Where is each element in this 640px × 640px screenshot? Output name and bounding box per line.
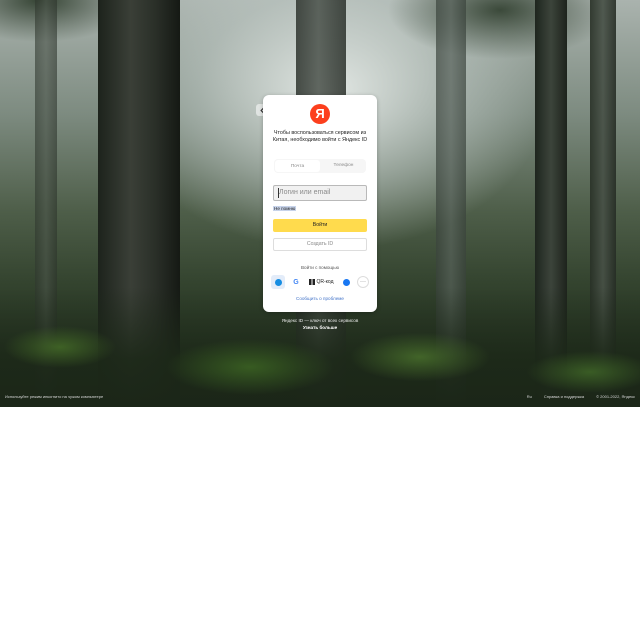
qr-code-label: QR-код bbox=[316, 279, 334, 285]
help-link[interactable]: Справка и поддержка bbox=[544, 394, 584, 399]
qr-code-icon bbox=[308, 279, 315, 285]
mail-ru-button[interactable] bbox=[271, 275, 285, 289]
social-login-label: Войти с помощью bbox=[300, 265, 340, 270]
footer-links: Ru Справка и поддержка © 2001-2022, Янде… bbox=[527, 394, 635, 399]
create-id-button[interactable]: Создать ID bbox=[273, 238, 367, 251]
tab-phone[interactable]: Телефон bbox=[321, 159, 366, 173]
copyright: © 2001-2022, Яндекс bbox=[596, 394, 635, 399]
learn-more-link[interactable]: Узнать больше bbox=[263, 324, 377, 331]
login-placeholder: Логин или email bbox=[279, 189, 331, 196]
facebook-button[interactable] bbox=[339, 275, 353, 289]
forgot-login-link[interactable]: Не помню bbox=[273, 206, 297, 211]
mail-ru-icon bbox=[274, 278, 282, 286]
yandex-id-promo: Яндекс ID — ключ от всех сервисов Узнать… bbox=[263, 317, 377, 331]
login-input[interactable]: Логин или email bbox=[273, 185, 367, 201]
tab-mail[interactable]: Почта bbox=[275, 160, 320, 172]
google-icon: G bbox=[293, 278, 299, 286]
google-button[interactable]: G bbox=[289, 275, 303, 289]
login-tabs: Почта Телефон bbox=[274, 159, 366, 173]
facebook-icon bbox=[342, 278, 350, 286]
more-options-button[interactable]: ··· bbox=[357, 276, 369, 288]
promo-text: Яндекс ID — ключ от всех сервисов bbox=[281, 318, 359, 323]
report-problem-link[interactable]: Сообщить о проблеме bbox=[263, 296, 377, 301]
language-switch[interactable]: Ru bbox=[527, 394, 532, 399]
login-card: Я Чтобы воспользоваться сервисом из Кита… bbox=[263, 95, 377, 312]
social-login-row: G QR-код ··· bbox=[271, 275, 369, 289]
login-button[interactable]: Войти bbox=[273, 219, 367, 232]
incognito-hint: Используйте режим инкогнито на чужом ком… bbox=[5, 394, 104, 399]
text-caret bbox=[278, 188, 279, 198]
yandex-logo: Я bbox=[310, 104, 330, 124]
more-icon: ··· bbox=[360, 279, 366, 285]
login-message: Чтобы воспользоваться сервисом из Китая,… bbox=[272, 130, 368, 143]
qr-code-button[interactable]: QR-код bbox=[307, 275, 335, 289]
